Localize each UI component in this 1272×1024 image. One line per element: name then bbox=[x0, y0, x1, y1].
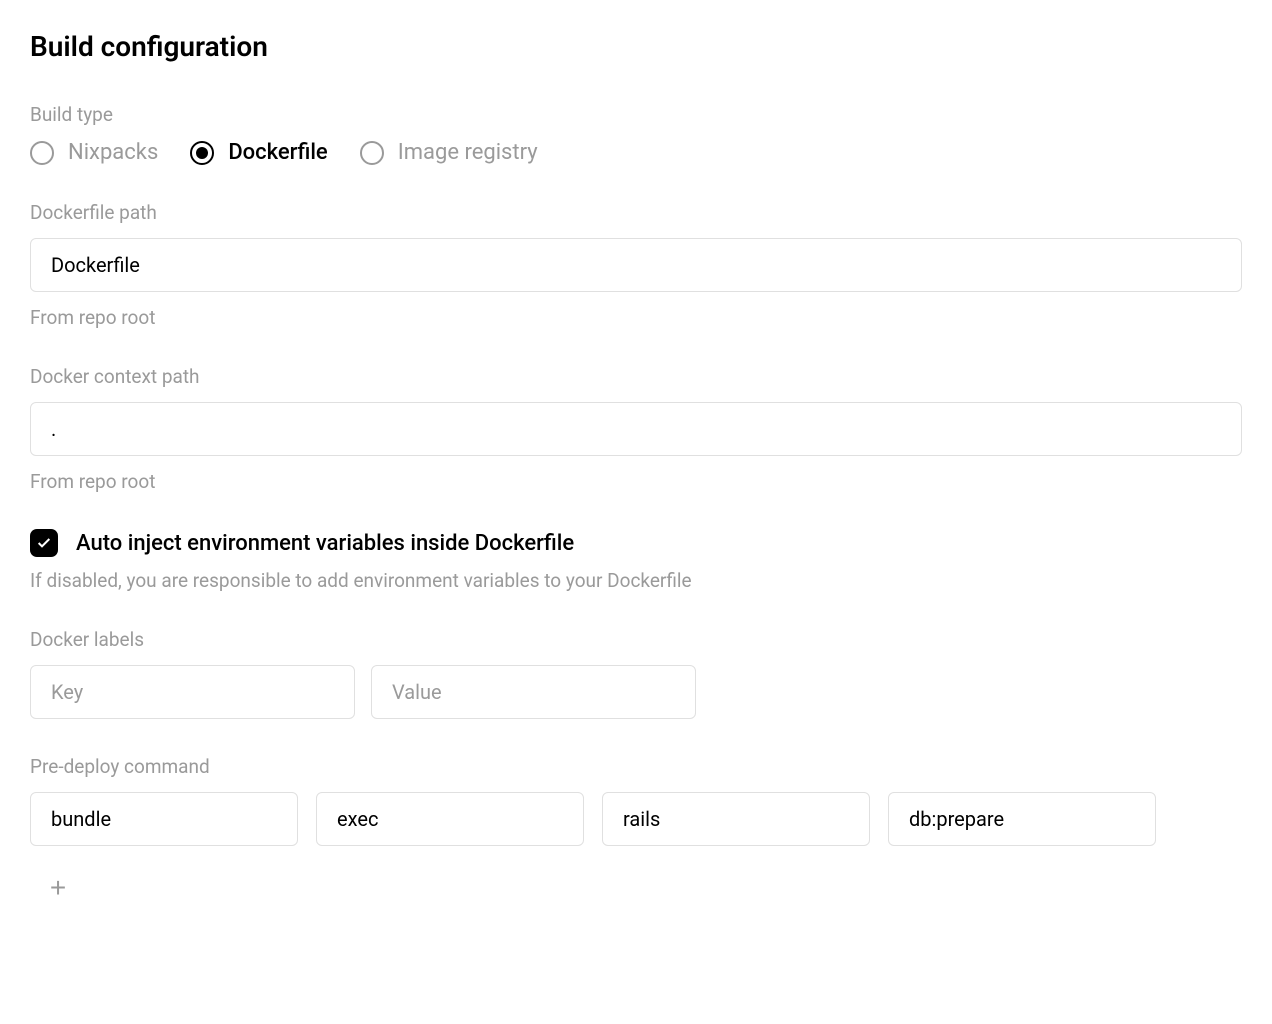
docker-labels-label: Docker labels bbox=[30, 628, 1242, 651]
radio-label: Nixpacks bbox=[68, 140, 158, 165]
dockerfile-path-helper: From repo root bbox=[30, 306, 1242, 329]
docker-context-path-helper: From repo root bbox=[30, 470, 1242, 493]
docker-context-path-input[interactable] bbox=[30, 402, 1242, 456]
check-icon bbox=[36, 535, 52, 551]
page-title: Build configuration bbox=[30, 30, 1242, 63]
radio-nixpacks[interactable]: Nixpacks bbox=[30, 140, 158, 165]
pre-deploy-command-input[interactable] bbox=[316, 792, 584, 846]
auto-inject-helper: If disabled, you are responsible to add … bbox=[30, 569, 1242, 592]
auto-inject-checkbox[interactable] bbox=[30, 529, 58, 557]
plus-icon: + bbox=[50, 874, 66, 902]
auto-inject-label: Auto inject environment variables inside… bbox=[76, 531, 574, 556]
dockerfile-path-input[interactable] bbox=[30, 238, 1242, 292]
docker-label-key-input[interactable] bbox=[30, 665, 355, 719]
pre-deploy-commands-row bbox=[30, 792, 1242, 846]
pre-deploy-label: Pre-deploy command bbox=[30, 755, 1242, 778]
dockerfile-path-label: Dockerfile path bbox=[30, 201, 1242, 224]
radio-circle-icon bbox=[360, 141, 384, 165]
build-type-label: Build type bbox=[30, 103, 1242, 126]
pre-deploy-command-input[interactable] bbox=[602, 792, 870, 846]
radio-label: Dockerfile bbox=[228, 140, 327, 165]
docker-labels-row bbox=[30, 665, 1242, 719]
docker-context-path-label: Docker context path bbox=[30, 365, 1242, 388]
add-command-button[interactable]: + bbox=[44, 874, 72, 902]
pre-deploy-command-input[interactable] bbox=[888, 792, 1156, 846]
radio-image-registry[interactable]: Image registry bbox=[360, 140, 538, 165]
radio-circle-selected-icon bbox=[190, 141, 214, 165]
radio-label: Image registry bbox=[398, 140, 538, 165]
pre-deploy-command-input[interactable] bbox=[30, 792, 298, 846]
radio-dockerfile[interactable]: Dockerfile bbox=[190, 140, 327, 165]
docker-label-value-input[interactable] bbox=[371, 665, 696, 719]
build-type-radio-group: Nixpacks Dockerfile Image registry bbox=[30, 140, 1242, 165]
radio-circle-icon bbox=[30, 141, 54, 165]
